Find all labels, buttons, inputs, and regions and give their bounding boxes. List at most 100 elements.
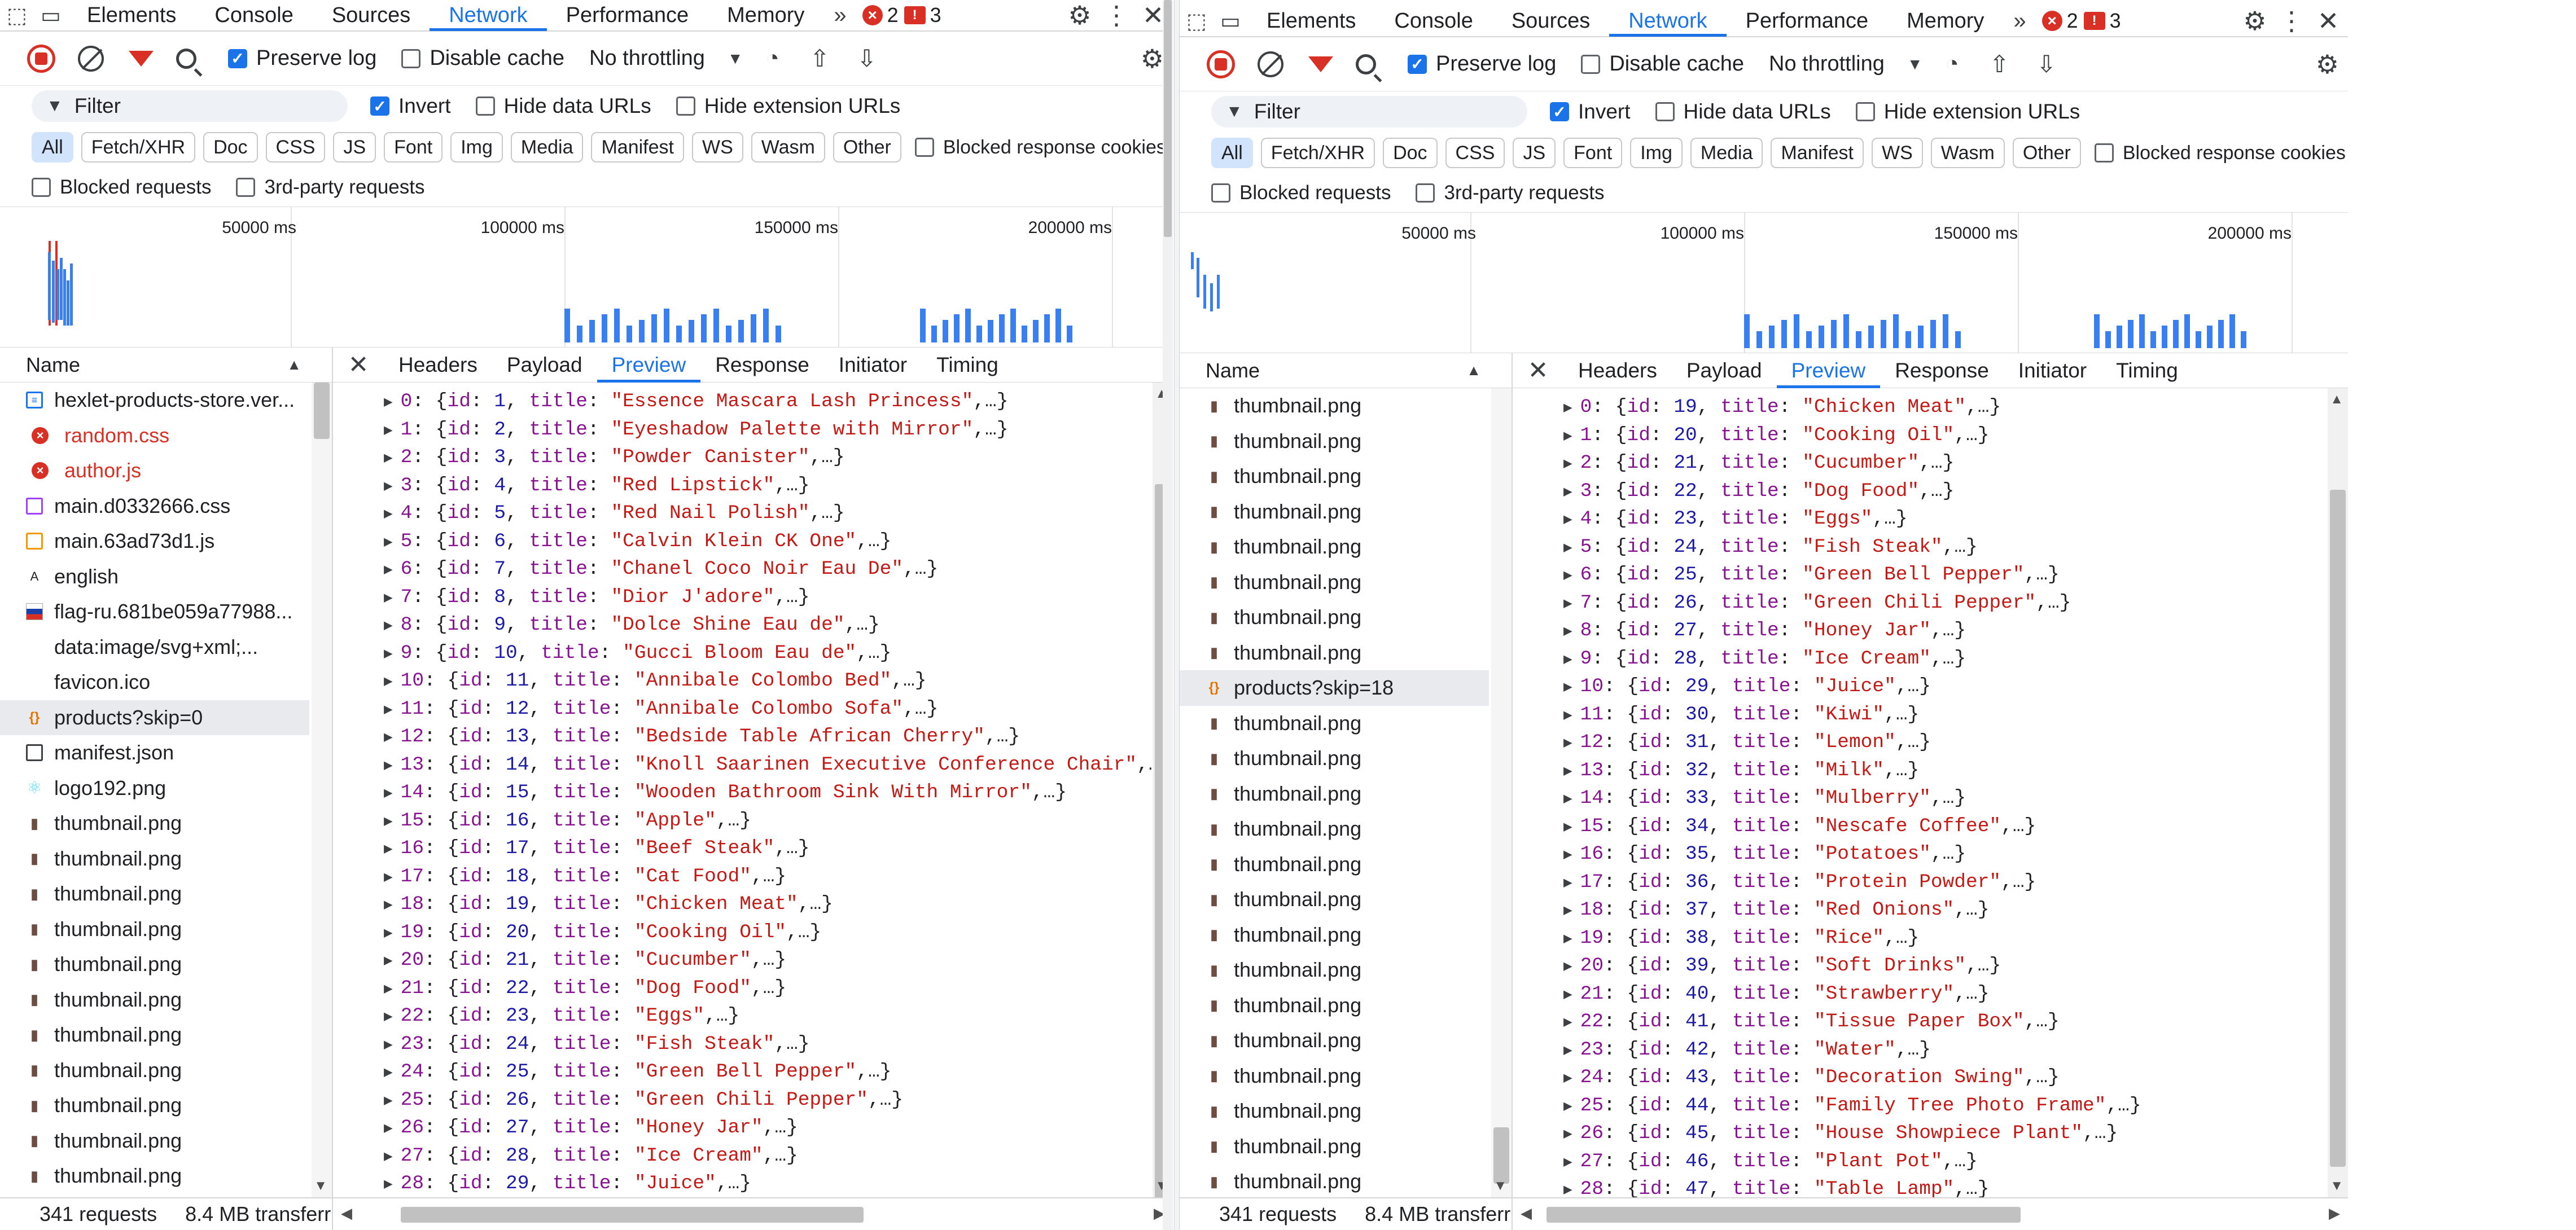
tab-sources[interactable]: Sources [1492,6,1609,37]
request-row[interactable]: main.d0332666.css [0,489,332,524]
preview-tree-item[interactable]: ▶ 12: {id: 13, title: "Bedside Table Afri… [384,723,1173,752]
type-chip-js[interactable]: JS [333,132,376,162]
preview-tree-item[interactable]: ▶ 8: {id: 27, title: "Honey Jar",…} [1563,617,2348,645]
type-chip-js[interactable]: JS [1513,138,1556,168]
request-row[interactable]: ▮ thumbnail.png [0,912,332,947]
triangle-right-icon[interactable]: ▶ [384,506,393,522]
hide-extension-urls-checkbox[interactable]: Hide extension URLs [1855,100,2080,124]
triangle-right-icon[interactable]: ▶ [1563,651,1572,668]
preview-tree-item[interactable]: ▶ 8: {id: 9, title: "Dolce Shine Eau de",… [384,612,1173,640]
triangle-right-icon[interactable]: ▶ [1563,399,1572,416]
details-tab-initiator[interactable]: Initiator [2004,353,2101,388]
request-row[interactable]: ⚛ logo192.png [0,771,332,806]
import-har-icon[interactable]: ⇧ [810,45,830,72]
request-row[interactable]: ≡ hexlet-products-store.ver... [0,383,332,418]
checkbox-unchecked[interactable] [1855,102,1875,121]
more-tabs-icon[interactable]: » [823,3,856,28]
hide-data-urls-checkbox[interactable]: Hide data URLs [1655,100,1831,124]
triangle-right-icon[interactable]: ▶ [384,617,393,634]
checkbox-unchecked[interactable] [401,49,421,68]
preview-tree-item[interactable]: ▶ 7: {id: 26, title: "Green Chili Pepper"… [1563,590,2348,618]
checkbox-unchecked[interactable] [1211,183,1230,203]
preview-tree-item[interactable]: ▶ 9: {id: 10, title: "Gucci Bloom Eau de"… [384,640,1173,668]
triangle-right-icon[interactable]: ▶ [384,1092,393,1109]
scroll-right-arrow-icon[interactable]: ▶ [2329,1205,2340,1222]
preview-tree-item[interactable]: ▶ 14: {id: 33, title: "Mulberry",…} [1563,785,2348,813]
throttling-select[interactable]: No throttling ▼ [1769,52,1923,76]
triangle-right-icon[interactable]: ▶ [1563,1098,1572,1115]
details-tab-initiator[interactable]: Initiator [824,348,922,383]
filter-icon[interactable] [1308,56,1333,72]
tab-performance[interactable]: Performance [547,0,708,31]
type-chip-wasm[interactable]: Wasm [751,132,825,162]
request-row[interactable]: ▮ thumbnail.png [1180,1093,1512,1129]
preview-tree-item[interactable]: ▶ 27: {id: 46, title: "Plant Pot",…} [1563,1148,2348,1176]
network-overview-timeline[interactable]: 50000 ms 100000 ms 150000 ms 200000 ms [0,207,1173,348]
request-row[interactable]: ▮ thumbnail.png [1180,741,1512,776]
triangle-right-icon[interactable]: ▶ [1563,958,1572,975]
triangle-right-icon[interactable]: ▶ [384,981,393,998]
scroll-down-arrow-icon[interactable]: ▼ [314,1178,327,1194]
preview-tree-item[interactable]: ▶ 4: {id: 5, title: "Red Nail Polish",…} [384,500,1173,528]
details-tab-preview[interactable]: Preview [1776,353,1881,388]
request-row[interactable]: main.63ad73d1.js [0,524,332,559]
triangle-right-icon[interactable]: ▶ [384,561,393,578]
inspect-element-icon[interactable]: ⬚ [1180,6,1213,37]
checkbox-unchecked[interactable] [32,178,51,197]
triangle-right-icon[interactable]: ▶ [1563,567,1572,584]
request-row[interactable]: ▮ thumbnail.png [1180,952,1512,988]
type-chip-ws[interactable]: WS [1871,138,1923,168]
request-row[interactable]: ▮ thumbnail.png [1180,424,1512,459]
preview-tree-item[interactable]: ▶ 25: {id: 44, title: "Family Tree Photo … [1563,1092,2348,1121]
preview-tree-item[interactable]: ▶ 28: {id: 29, title: "Juice",…} [384,1170,1173,1197]
triangle-right-icon[interactable]: ▶ [384,1148,393,1165]
tab-memory[interactable]: Memory [708,0,823,31]
request-row[interactable]: ▮ thumbnail.png [1180,635,1512,671]
request-row[interactable]: ▮ thumbnail.png [0,876,332,912]
preview-tree-item[interactable]: ▶ 13: {id: 14, title: "Knoll Saarinen Exe… [384,752,1173,780]
preserve-log-checkbox[interactable]: Preserve log [1408,52,1556,76]
tab-sources[interactable]: Sources [313,0,430,31]
request-row[interactable]: ▮ thumbnail.png [1180,1023,1512,1058]
close-details-icon[interactable]: ✕ [1513,356,1563,385]
more-options-icon[interactable]: ⋮ [1099,0,1133,30]
preview-tree-item[interactable]: ▶ 18: {id: 19, title: "Chicken Meat",…} [384,891,1173,919]
type-chip-css[interactable]: CSS [265,132,326,162]
invert-checkbox[interactable]: Invert [1550,100,1631,124]
preview-tree-item[interactable]: ▶ 24: {id: 43, title: "Decoration Swing",… [1563,1064,2348,1092]
preview-tree-item[interactable]: ▶ 11: {id: 30, title: "Kiwi",…} [1563,701,2348,730]
checkbox-checked[interactable] [1408,54,1427,74]
request-row[interactable]: ▮ thumbnail.png [0,1017,332,1053]
request-row[interactable]: ▮ thumbnail.png [1180,706,1512,741]
scrollbar-thumb[interactable] [1164,0,1172,237]
tab-network[interactable]: Network [1609,6,1727,37]
request-row[interactable]: × random.css [6,418,332,454]
network-settings-gear-icon[interactable]: ⚙ [2316,49,2339,80]
request-row[interactable]: ▮ thumbnail.png [0,806,332,841]
preview-tree-item[interactable]: ▶ 25: {id: 26, title: "Green Chili Pepper… [384,1087,1173,1115]
triangle-right-icon[interactable]: ▶ [1563,428,1572,445]
scroll-left-arrow-icon[interactable]: ◀ [341,1205,352,1222]
details-tab-payload[interactable]: Payload [492,348,597,383]
triangle-right-icon[interactable]: ▶ [384,1120,393,1137]
type-chip-font[interactable]: Font [1563,138,1623,168]
triangle-right-icon[interactable]: ▶ [1563,1042,1572,1059]
preview-tree-item[interactable]: ▶ 22: {id: 41, title: "Tissue Paper Box",… [1563,1008,2348,1036]
type-chip-media[interactable]: Media [1690,138,1763,168]
tab-console[interactable]: Console [1375,6,1492,37]
request-list-scrollbar[interactable]: ▼ [312,383,332,1197]
tab-elements[interactable]: Elements [1247,6,1375,37]
preview-horizontal-scrollbar[interactable]: ◀ ▶ [1513,1198,2348,1230]
scrollbar-thumb[interactable] [401,1207,864,1223]
preview-tree-item[interactable]: ▶ 5: {id: 24, title: "Fish Steak",…} [1563,534,2348,562]
type-chip-ws[interactable]: WS [691,132,743,162]
request-row[interactable]: Aenglish [0,559,332,595]
inspect-element-icon[interactable]: ⬚ [0,0,34,31]
type-chip-fetchxhr[interactable]: Fetch/XHR [1260,138,1375,168]
triangle-right-icon[interactable]: ▶ [384,813,393,830]
triangle-right-icon[interactable]: ▶ [1563,735,1572,752]
preview-tree-item[interactable]: ▶ 18: {id: 37, title: "Red Onions",…} [1563,897,2348,925]
type-chip-other[interactable]: Other [2012,138,2081,168]
request-row[interactable]: ▮ thumbnail.png [1180,847,1512,882]
request-row[interactable]: ▮ thumbnail.png [1180,388,1512,424]
